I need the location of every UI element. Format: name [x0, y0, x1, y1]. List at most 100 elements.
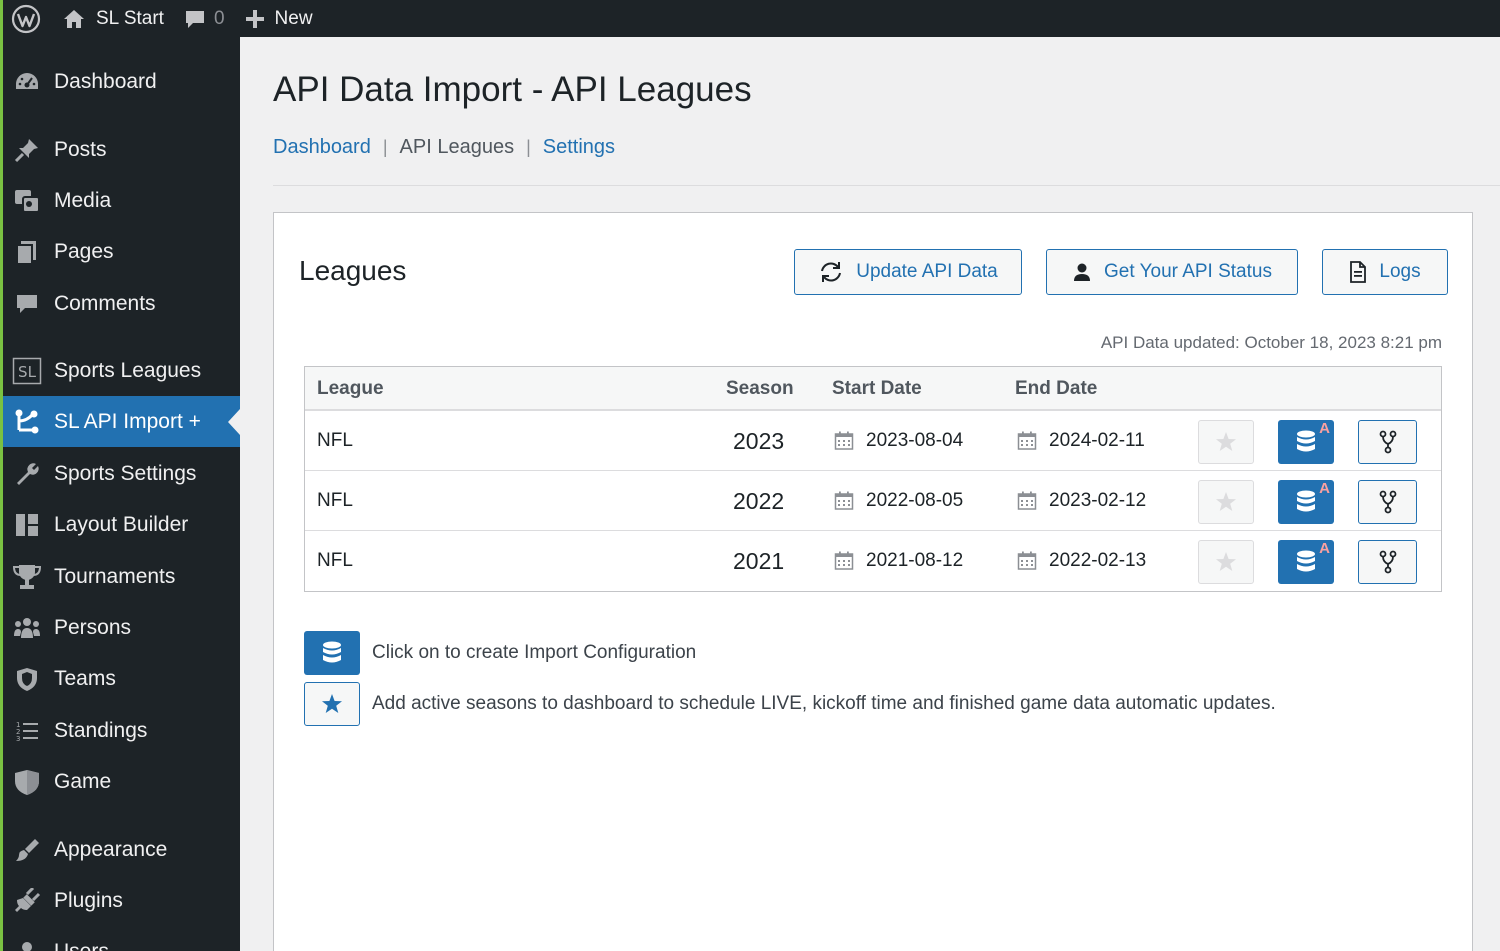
- sidebar-item-sports-leagues[interactable]: SL Sports Leagues: [0, 345, 240, 396]
- sidebar-item-persons[interactable]: Persons: [0, 602, 240, 653]
- sidebar-item-sl-api-import[interactable]: SL API Import +: [0, 396, 240, 447]
- ordered-list-icon: 123: [0, 719, 54, 743]
- sidebar-item-label: Standings: [54, 718, 148, 742]
- get-api-status-button[interactable]: Get Your API Status: [1046, 249, 1298, 295]
- sidebar-item-label: Dashboard: [54, 69, 157, 93]
- add-to-dashboard-star-button[interactable]: [1198, 420, 1254, 464]
- sidebar-item-posts[interactable]: Posts: [0, 124, 240, 175]
- season-cell: 2021: [733, 547, 785, 574]
- get-api-status-label: Get Your API Status: [1104, 261, 1272, 282]
- sidebar-item-label: SL API Import +: [54, 409, 201, 433]
- trophy-icon: [0, 563, 54, 591]
- sidebar-item-label: Users: [54, 939, 109, 951]
- end-date-cell: 2022-02-13: [1017, 531, 1146, 591]
- table-row: NFL 2023 2023-08-04 2024-02-11 A: [305, 411, 1441, 471]
- new-content-link[interactable]: New: [235, 0, 323, 37]
- sidebar-item-label: Comments: [54, 291, 156, 315]
- comments-link[interactable]: 0: [174, 0, 235, 37]
- site-name-link[interactable]: SL Start: [52, 0, 174, 37]
- calendar-icon: [834, 491, 854, 511]
- comment-icon: [0, 292, 54, 316]
- subnav-separator: |: [382, 137, 388, 157]
- league-cell: NFL: [317, 490, 353, 511]
- dashboard-icon: [0, 70, 54, 94]
- wordpress-logo-button[interactable]: [0, 0, 52, 37]
- leagues-table: League Season Start Date End Date NFL 20…: [304, 366, 1442, 592]
- brush-icon: [0, 837, 54, 863]
- column-header-end-date: End Date: [1015, 378, 1098, 399]
- start-date-value: 2023-08-04: [866, 430, 964, 451]
- fork-config-button[interactable]: [1358, 420, 1417, 464]
- wordpress-logo-icon: [11, 4, 41, 33]
- logs-button[interactable]: Logs: [1322, 249, 1448, 295]
- document-icon: [1349, 261, 1367, 283]
- subnav-dashboard-link[interactable]: Dashboard: [273, 136, 371, 159]
- league-cell: NFL: [317, 550, 353, 571]
- sidebar-item-layout-builder[interactable]: Layout Builder: [0, 499, 240, 550]
- new-label: New: [274, 7, 313, 29]
- sidebar-item-pages[interactable]: Pages: [0, 226, 240, 277]
- sidebar-item-teams[interactable]: Teams: [0, 653, 240, 704]
- star-icon: [1216, 432, 1236, 451]
- database-icon: [1297, 490, 1315, 512]
- create-import-config-button[interactable]: A: [1278, 540, 1334, 584]
- table-row: NFL 2021 2021-08-12 2022-02-13 A: [305, 531, 1441, 591]
- pin-icon: [0, 137, 54, 163]
- sidebar-item-label: Plugins: [54, 888, 123, 912]
- sidebar-item-comments[interactable]: Comments: [0, 278, 240, 329]
- window-edge-stripe: [0, 0, 3, 951]
- sidebar-item-game[interactable]: Game: [0, 756, 240, 807]
- sidebar-item-users[interactable]: Users: [0, 926, 240, 951]
- sidebar-item-sports-settings[interactable]: Sports Settings: [0, 448, 240, 499]
- column-header-season: Season: [726, 378, 794, 399]
- fork-icon: [1379, 550, 1396, 574]
- fork-config-button[interactable]: [1358, 480, 1417, 524]
- star-icon: [1216, 492, 1236, 511]
- fork-config-button[interactable]: [1358, 540, 1417, 584]
- pages-icon: [0, 239, 54, 265]
- star-icon: [1216, 552, 1236, 571]
- sidebar-item-standings[interactable]: 123 Standings: [0, 705, 240, 756]
- auto-badge: A: [1319, 540, 1330, 557]
- legend-import-config: Click on to create Import Configuration: [304, 630, 696, 676]
- start-date-cell: 2023-08-04: [834, 411, 963, 471]
- calendar-icon: [1017, 491, 1037, 511]
- sidebar-item-tournaments[interactable]: Tournaments: [0, 551, 240, 602]
- sidebar-item-label: Media: [54, 188, 112, 212]
- legend-active-text: Add active seasons to dashboard to sched…: [372, 693, 1276, 714]
- subnav: Dashboard | API Leagues | Settings: [273, 136, 615, 159]
- start-date-value: 2021-08-12: [866, 550, 964, 571]
- database-icon: [304, 631, 360, 675]
- start-date-cell: 2022-08-05: [834, 471, 963, 531]
- league-cell: NFL: [317, 430, 353, 451]
- add-to-dashboard-star-button[interactable]: [1198, 480, 1254, 524]
- divider: [273, 185, 1500, 186]
- end-date-value: 2022-02-13: [1049, 550, 1147, 571]
- column-header-league: League: [317, 378, 384, 399]
- sidebar-item-plugins[interactable]: Plugins: [0, 875, 240, 926]
- sidebar-item-label: Game: [54, 769, 112, 793]
- comment-bubble-icon: [185, 10, 204, 28]
- auto-badge: A: [1319, 420, 1330, 437]
- layout-icon: [0, 512, 54, 538]
- create-import-config-button[interactable]: A: [1278, 420, 1334, 464]
- update-api-data-label: Update API Data: [856, 261, 998, 282]
- sidebar-item-label: Persons: [54, 615, 132, 639]
- legend-active-seasons: Add active seasons to dashboard to sched…: [304, 681, 1276, 727]
- add-to-dashboard-star-button[interactable]: [1198, 540, 1254, 584]
- update-api-data-button[interactable]: Update API Data: [794, 249, 1022, 295]
- plus-icon: [245, 9, 264, 28]
- sidebar-item-media[interactable]: Media: [0, 175, 240, 226]
- admin-bar: SL Start 0 New: [0, 0, 1500, 37]
- home-icon: [64, 9, 84, 28]
- sidebar-item-label: Pages: [54, 239, 114, 263]
- sidebar-item-label: Posts: [54, 137, 107, 161]
- sidebar-item-dashboard[interactable]: Dashboard: [0, 56, 240, 107]
- api-updated-text: API Data updated: October 18, 2023 8:21 …: [1100, 333, 1442, 352]
- sidebar-item-label: Layout Builder: [54, 512, 189, 536]
- create-import-config-button[interactable]: A: [1278, 480, 1334, 524]
- calendar-icon: [1017, 431, 1037, 451]
- sidebar-item-appearance[interactable]: Appearance: [0, 824, 240, 875]
- calendar-icon: [834, 431, 854, 451]
- subnav-settings-link[interactable]: Settings: [543, 136, 615, 159]
